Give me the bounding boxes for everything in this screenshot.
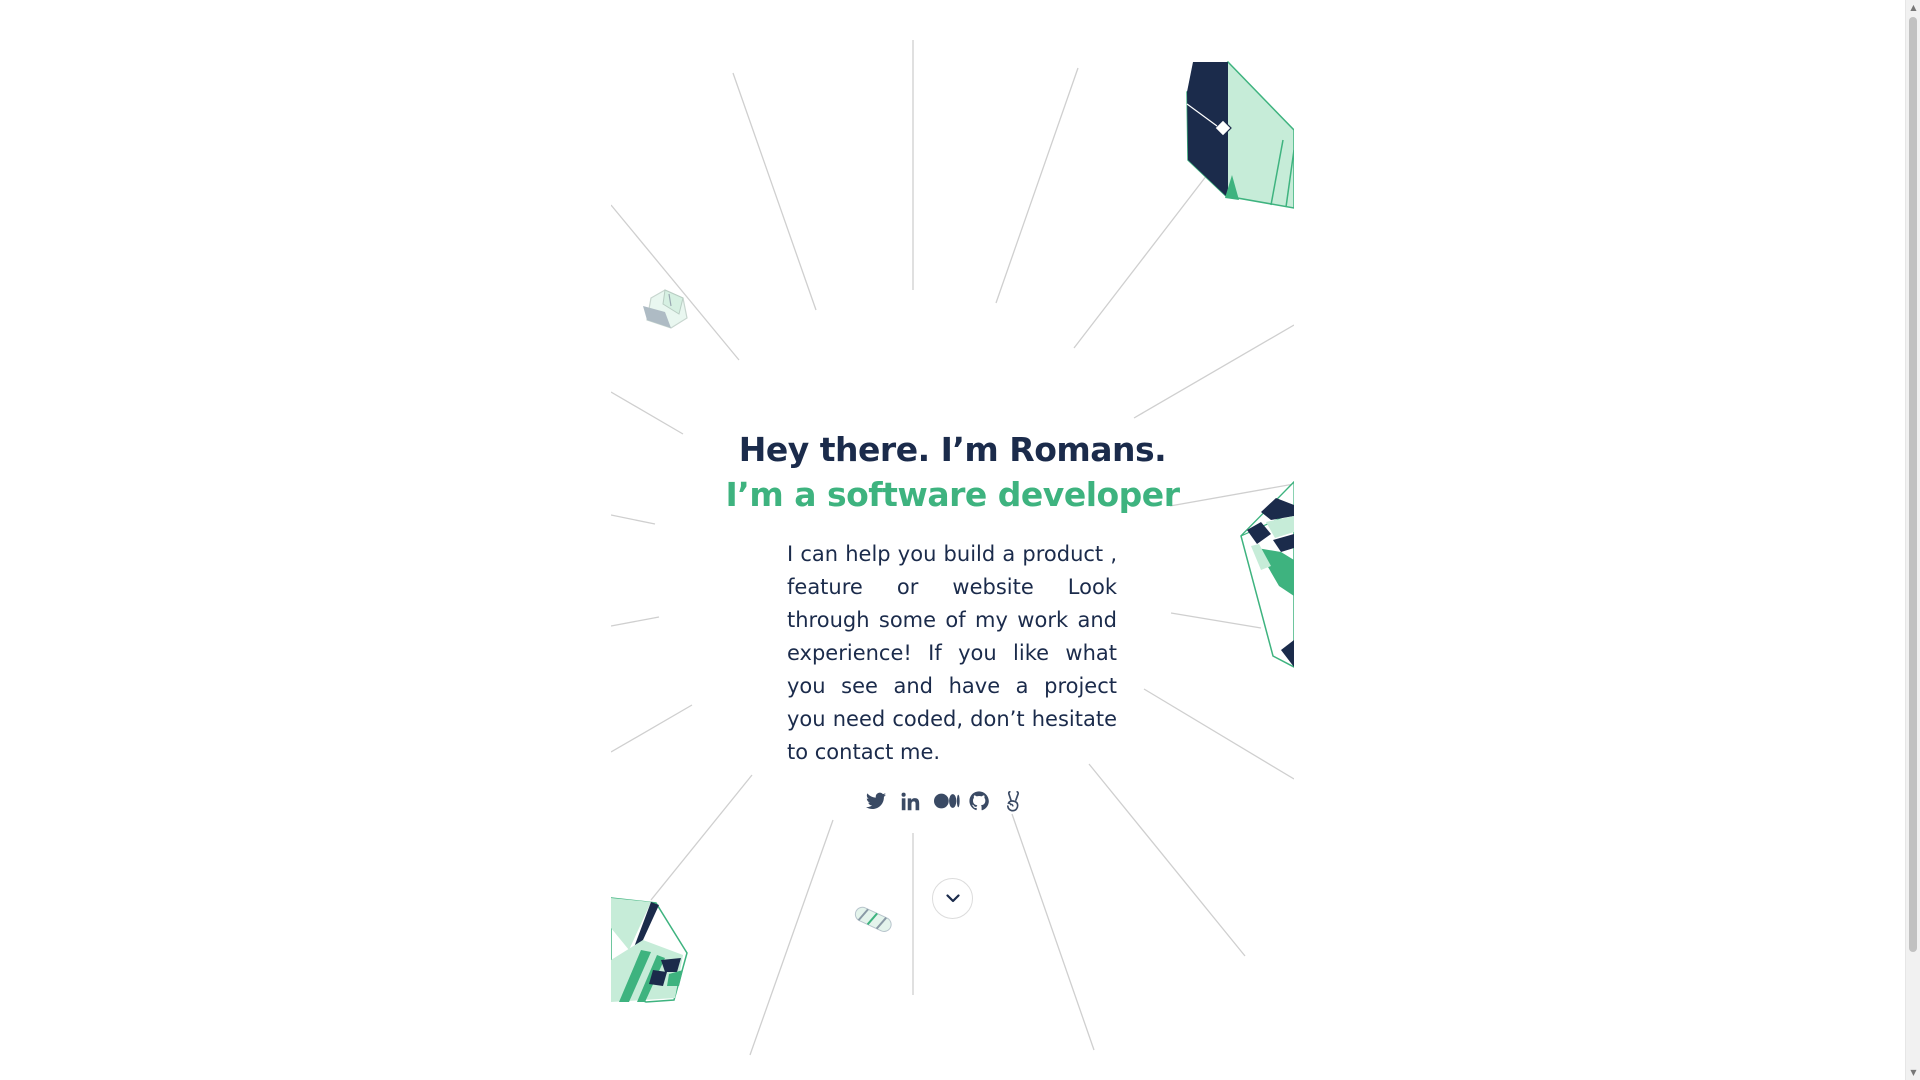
ray-line — [611, 704, 693, 753]
decorative-capsule — [854, 906, 892, 932]
ray-line — [1073, 174, 1208, 349]
linkedin-link[interactable] — [897, 788, 923, 814]
ray-line — [611, 204, 740, 361]
angellist-icon — [1006, 791, 1019, 812]
scroll-up-arrow-icon[interactable]: ▲ — [1906, 0, 1920, 15]
twitter-icon — [866, 792, 886, 809]
social-links — [611, 788, 1294, 814]
page-subtitle: I’m a software developer — [725, 475, 1180, 514]
ray-line — [749, 819, 834, 1056]
angellist-link[interactable] — [1000, 788, 1026, 814]
ray-line — [611, 391, 684, 435]
medium-link[interactable] — [933, 788, 961, 814]
ray-line — [1143, 688, 1294, 780]
ray-line — [1133, 324, 1294, 419]
ray-line — [732, 72, 817, 311]
page-title: Hey there. I’m Romans. — [738, 430, 1167, 469]
ray-line — [611, 514, 656, 525]
decorative-shard-top-right — [1186, 61, 1294, 209]
chevron-down-icon — [945, 894, 960, 903]
ray-line — [995, 67, 1079, 304]
github-icon — [969, 791, 989, 811]
hero-section: Hey there. I’m Romans. I’m a software de… — [611, 0, 1294, 1080]
twitter-link[interactable] — [863, 788, 889, 814]
github-link[interactable] — [966, 788, 992, 814]
decorative-shard-bottom-left — [611, 897, 688, 1003]
decorative-cube-small — [643, 289, 688, 329]
intro-paragraph: I can help you build a product , feature… — [787, 542, 1117, 764]
ray-line — [1170, 612, 1262, 629]
ray-line — [611, 616, 660, 627]
scroll-down-button[interactable] — [932, 878, 973, 919]
medium-icon — [934, 793, 960, 809]
linkedin-icon — [901, 792, 919, 810]
page-scrollbar[interactable]: ▲ ▼ — [1905, 0, 1920, 1080]
scrollbar-thumb[interactable] — [1909, 17, 1917, 952]
ray-line — [1011, 813, 1095, 1051]
scroll-down-arrow-icon[interactable]: ▼ — [1906, 1065, 1920, 1080]
